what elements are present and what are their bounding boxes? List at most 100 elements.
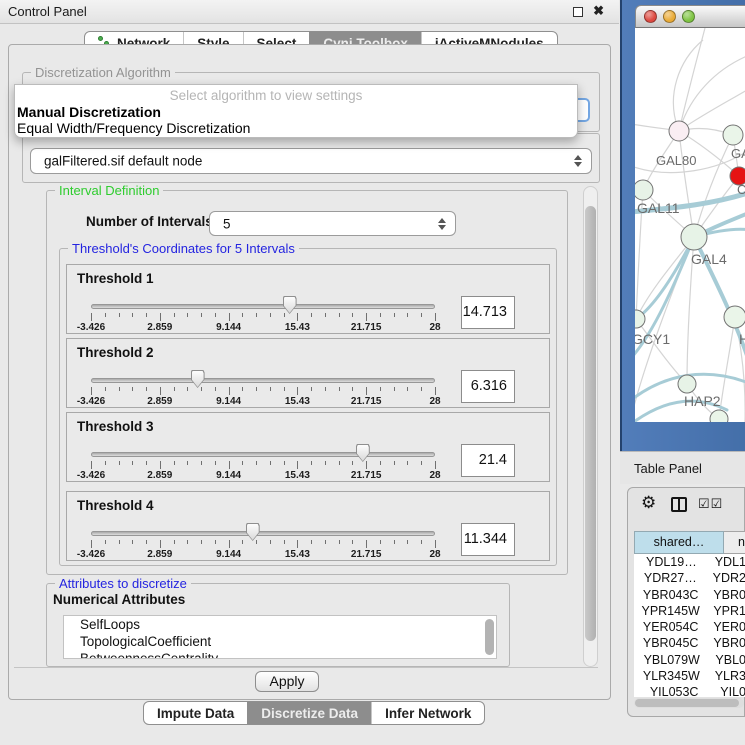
algorithm-dropdown-popup: Select algorithm to view settings Manual…: [14, 84, 578, 138]
network-canvas[interactable]: GAL80GACGAL11GAL4GCY1HHAP2: [635, 28, 745, 422]
tick-label: -3.426: [77, 549, 105, 560]
algorithm-fieldset-title: Discretization Algorithm: [31, 65, 175, 80]
slider-ticks: [91, 387, 435, 396]
attribute-list-item[interactable]: SelfLoops: [64, 616, 496, 633]
tick-label: 28: [429, 396, 440, 407]
table-row[interactable]: YLR345WYLR3: [634, 668, 745, 684]
scrollbar-thumb[interactable]: [585, 206, 596, 641]
threshold-slider[interactable]: -3.4262.8599.14415.4321.71528: [91, 492, 435, 562]
slider-track[interactable]: [91, 304, 435, 309]
table-row[interactable]: YBL079WYBL0: [634, 652, 745, 668]
threshold-slider[interactable]: -3.4262.8599.14415.4321.71528: [91, 265, 435, 335]
slider-ticks: [91, 461, 435, 470]
cell-shared-name: YER054C: [634, 619, 707, 635]
threshold-slider[interactable]: -3.4262.8599.14415.4321.71528: [91, 413, 435, 483]
slider-tick-labels: -3.4262.8599.14415.4321.71528: [91, 396, 435, 407]
number-of-intervals-combobox[interactable]: 5: [209, 211, 456, 236]
minimize-traffic-light[interactable]: [663, 10, 676, 23]
network-node[interactable]: [669, 121, 689, 141]
column-header[interactable]: na: [724, 531, 745, 554]
table-panel-titlebar: Table Panel: [620, 451, 745, 484]
cell-shared-name: YBL079W: [634, 652, 709, 668]
tick-label: 2.859: [147, 322, 172, 333]
slider-track[interactable]: [91, 452, 435, 457]
tab-infer-network[interactable]: Infer Network: [371, 702, 484, 724]
slider-thumb[interactable]: [246, 523, 260, 541]
threshold-value-field[interactable]: 21.4: [461, 444, 515, 477]
close-traffic-light[interactable]: [644, 10, 657, 23]
scroll-area-divider: [14, 667, 598, 668]
hscrollbar-thumb[interactable]: [635, 699, 739, 707]
column-header[interactable]: shared…: [634, 531, 724, 554]
table-row[interactable]: YPR145WYPR1: [634, 603, 745, 619]
gear-icon[interactable]: ⚙: [641, 493, 656, 513]
network-node[interactable]: [635, 180, 653, 200]
table-row[interactable]: YDR27…YDR2: [634, 570, 745, 586]
apply-button[interactable]: Apply: [255, 671, 319, 692]
network-node[interactable]: [681, 224, 707, 250]
slider-thumb[interactable]: [191, 370, 205, 388]
table-row[interactable]: YBR045CYBR0: [634, 635, 745, 651]
numerical-attributes-list[interactable]: SelfLoopsTopologicalCoefficientBetweenne…: [63, 615, 497, 659]
network-window-titlebar[interactable]: [635, 5, 745, 28]
table-row[interactable]: YDL19…YDL1: [634, 554, 745, 570]
column-layout-icon[interactable]: [671, 497, 687, 512]
float-panel-icon[interactable]: [573, 7, 583, 17]
thresholds-fieldset-title: Threshold's Coordinates for 5 Intervals: [68, 241, 299, 256]
cell-shared-name: YPR145W: [634, 603, 707, 619]
number-of-intervals-label: Number of Intervals: [86, 214, 213, 229]
slider-thumb[interactable]: [283, 296, 297, 314]
tab-label: Infer Network: [385, 706, 471, 721]
threshold-value-field[interactable]: 6.316: [461, 370, 515, 403]
network-window-frame: GAL80GACGAL11GAL4GCY1HHAP2: [620, 0, 745, 451]
application-root: Control Panel ✖ NetworkStyleSelectCyni T…: [0, 0, 745, 745]
control-panel-titlebar: Control Panel ✖: [0, 0, 619, 24]
tick-label: 2.859: [147, 549, 172, 560]
tick-label: 21.715: [351, 470, 382, 481]
select-columns-icon[interactable]: ☑☑: [698, 496, 723, 512]
bottom-tab-bar: Impute Data Discretize Data Infer Network: [143, 701, 485, 725]
network-node[interactable]: [710, 410, 728, 422]
attribute-list-item[interactable]: TopologicalCoefficient: [64, 633, 496, 650]
cell-shared-name: YLR345W: [634, 668, 709, 684]
list-scrollbar-thumb[interactable]: [485, 619, 494, 655]
table-body[interactable]: YDL19…YDL1YDR27…YDR2YBR043CYBR0YPR145WYP…: [634, 554, 745, 697]
table-horizontal-scrollbar[interactable]: [634, 698, 744, 708]
tab-label: Impute Data: [157, 706, 234, 721]
cell-name: YPR1: [707, 603, 745, 619]
cell-name: YBR0: [707, 635, 745, 651]
threshold-slider[interactable]: -3.4262.8599.14415.4321.71528: [91, 339, 435, 409]
algorithm-option[interactable]: Equal Width/Frequency Discretization: [17, 120, 250, 136]
network-node[interactable]: [724, 306, 745, 328]
tick-label: 2.859: [147, 396, 172, 407]
threshold-value-field[interactable]: 11.344: [461, 523, 515, 556]
close-panel-icon[interactable]: ✖: [593, 3, 604, 19]
table-row[interactable]: YIL053CYIL0: [634, 684, 745, 697]
zoom-traffic-light[interactable]: [682, 10, 695, 23]
cell-name: YDL1: [709, 554, 745, 570]
interval-definition-title: Interval Definition: [55, 183, 163, 198]
tick-label: 21.715: [351, 396, 382, 407]
tick-label: -3.426: [77, 470, 105, 481]
network-node-label: GA: [731, 146, 745, 161]
network-node-label: GAL4: [691, 251, 727, 267]
cell-shared-name: YBR045C: [634, 635, 707, 651]
slider-track[interactable]: [91, 531, 435, 536]
tick-label: 28: [429, 322, 440, 333]
tab-impute-data[interactable]: Impute Data: [144, 702, 247, 724]
network-node[interactable]: [723, 125, 743, 145]
tick-label: 15.43: [285, 322, 310, 333]
table-row[interactable]: YER054CYER0: [634, 619, 745, 635]
tick-label: 2.859: [147, 470, 172, 481]
tab-discretize-data[interactable]: Discretize Data: [247, 702, 371, 724]
threshold-value-field[interactable]: 14.713: [461, 296, 515, 329]
table-row[interactable]: YBR043CYBR0: [634, 587, 745, 603]
attribute-list-item[interactable]: BetweennessCentrality: [64, 650, 496, 659]
table-data-combobox[interactable]: galFiltered.sif default node: [30, 148, 592, 174]
panel-scrollbar[interactable]: [583, 186, 598, 667]
algorithm-option[interactable]: Manual Discretization: [17, 104, 161, 120]
slider-thumb[interactable]: [356, 444, 370, 462]
slider-track[interactable]: [91, 378, 435, 383]
network-node[interactable]: [678, 375, 696, 393]
cell-shared-name: YDL19…: [634, 554, 709, 570]
